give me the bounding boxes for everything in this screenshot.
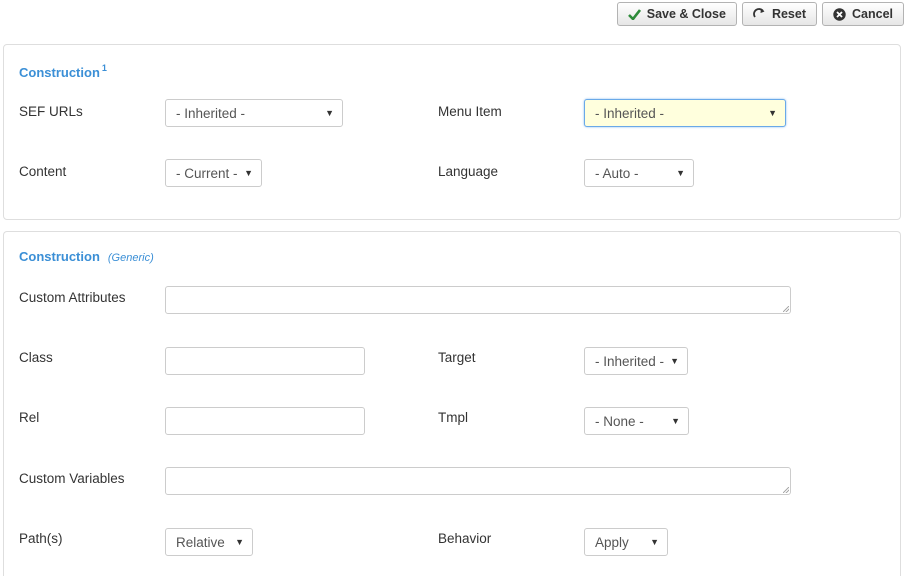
reset-label: Reset xyxy=(771,7,806,21)
rel-input[interactable] xyxy=(165,407,365,435)
cancel-label: Cancel xyxy=(852,7,893,21)
toolbar: Save & Close Reset Cancel xyxy=(616,2,904,26)
paths-value: Relative xyxy=(176,534,225,550)
refresh-icon xyxy=(753,7,766,21)
sef-urls-label: SEF URLs xyxy=(19,104,83,119)
legend-text: Construction xyxy=(19,249,100,264)
caret-down-icon: ▼ xyxy=(650,537,659,547)
cancel-button[interactable]: Cancel xyxy=(822,2,904,26)
tmpl-value: - None - xyxy=(595,413,644,429)
custom-attributes-label: Custom Attributes xyxy=(19,290,126,305)
language-value: - Auto - xyxy=(595,165,639,181)
target-value: - Inherited - xyxy=(595,353,665,369)
legend-superscript: 1 xyxy=(101,63,107,73)
menu-item-label: Menu Item xyxy=(438,104,502,119)
save-close-button[interactable]: Save & Close xyxy=(616,2,737,26)
language-select[interactable]: - Auto - ▼ xyxy=(584,159,694,187)
caret-down-icon: ▼ xyxy=(235,537,244,547)
target-select[interactable]: - Inherited - ▼ xyxy=(584,347,688,375)
behavior-label: Behavior xyxy=(438,531,492,546)
paths-label: Path(s) xyxy=(19,531,63,546)
custom-attributes-textarea[interactable] xyxy=(165,286,791,314)
caret-down-icon: ▼ xyxy=(768,108,777,118)
resize-grip-icon[interactable] xyxy=(783,487,789,493)
menu-item-select[interactable]: - Inherited - ▼ xyxy=(584,99,786,127)
menu-item-value: - Inherited - xyxy=(595,105,665,121)
paths-select[interactable]: Relative ▼ xyxy=(165,528,253,556)
times-circle-icon xyxy=(833,7,846,21)
caret-down-icon: ▼ xyxy=(670,356,679,366)
caret-down-icon: ▼ xyxy=(671,416,680,426)
custom-variables-label: Custom Variables xyxy=(19,471,125,486)
panel-legend: Construction (Generic) xyxy=(19,249,154,264)
behavior-value: Apply xyxy=(595,534,629,550)
sef-urls-select[interactable]: - Inherited - ▼ xyxy=(165,99,343,127)
class-label: Class xyxy=(19,350,53,365)
check-icon xyxy=(627,8,641,20)
reset-button[interactable]: Reset xyxy=(741,2,817,26)
sef-urls-value: - Inherited - xyxy=(176,105,246,121)
caret-down-icon: ▼ xyxy=(244,168,253,178)
construction-generic-panel: Construction (Generic) Custom Attributes … xyxy=(3,231,901,576)
caret-down-icon: ▼ xyxy=(676,168,685,178)
class-input[interactable] xyxy=(165,347,365,375)
content-label: Content xyxy=(19,164,67,179)
custom-variables-textarea[interactable] xyxy=(165,467,791,495)
tmpl-label: Tmpl xyxy=(438,410,468,425)
rel-label: Rel xyxy=(19,410,40,425)
save-close-label: Save & Close xyxy=(646,7,726,21)
behavior-select[interactable]: Apply ▼ xyxy=(584,528,668,556)
caret-down-icon: ▼ xyxy=(325,108,334,118)
legend-note: (Generic) xyxy=(107,252,154,264)
legend-text: Construction xyxy=(19,65,100,80)
resize-grip-icon[interactable] xyxy=(783,306,789,312)
language-label: Language xyxy=(438,164,499,179)
tmpl-select[interactable]: - None - ▼ xyxy=(584,407,689,435)
construction-panel: Construction 1 SEF URLs - Inherited - ▼ M… xyxy=(3,44,901,220)
content-select[interactable]: - Current - ▼ xyxy=(165,159,262,187)
target-label: Target xyxy=(438,350,476,365)
content-value: - Current - xyxy=(176,165,238,181)
panel-legend: Construction 1 xyxy=(19,63,107,80)
